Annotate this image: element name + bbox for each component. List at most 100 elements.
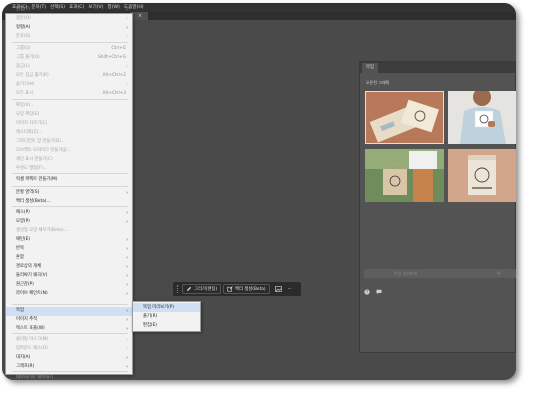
context-menu-item: 확장(X)... [6,102,132,111]
context-menu-shortcut: Alt+Ctrl+3 [102,91,126,96]
context-menu-item-label: 그라디언트 망 만들기(D)... [16,139,66,144]
context-menu-item-label: 텍스트 포플(W) [16,326,45,331]
submenu-arrow-icon: › [126,346,128,352]
context-menu-item-label: 내보내기로 내보내기 [16,375,53,380]
context-menu-item-label: 모양(P) [16,219,30,224]
context-menu-item: 클리핑 마스크(M) › [6,336,132,345]
submenu-item-release[interactable]: 풀기(R) [133,312,200,321]
context-menu-item-label: 클리핑 마스크(M) [16,337,49,342]
submenu-item-mockup-preview[interactable]: 목업 미리보기(P) [133,303,200,312]
context-menu-item[interactable]: 원근감(P) › [6,281,132,290]
context-menu-item-label: 대지(A) [16,355,31,360]
more-options-button[interactable]: ··· [288,287,292,292]
generate-vector-label: 벡터 생성(Beta) [235,287,266,292]
context-menu-item-label: 생성형 모양 채우기(Beta)... [16,228,68,233]
context-menu-item[interactable]: 대지(A) › [6,354,132,363]
context-menu-item[interactable]: 반복 › [6,245,132,254]
context-menu-item-label: 목업 [16,308,24,313]
help-icon[interactable]: ? [364,280,370,299]
context-menu-item-label: 편집(T) [16,7,30,12]
context-menu-item-label: 분할 영역(S) [16,190,40,195]
context-menu-item-label: 정돈(O) [16,16,31,21]
image-options-icon[interactable] [274,286,282,292]
context-menu-item: 잠금(L) › [6,63,132,72]
context-menu-item[interactable]: 혼합 › [6,254,132,263]
context-menu-item: 그룹(G) Ctrl+G [6,45,132,54]
submenu-item-edit[interactable]: 편집(E) [133,321,200,330]
context-menu-item-label: 확장(X)... [16,103,35,108]
context-menu-item[interactable]: 이미지 추적 › [6,316,132,325]
mockup-preview-button[interactable]: 목업 미리보기 [394,269,417,278]
object-context-menu: 편집(T) › 정돈(O) › 정렬(A) › 분포(G) › 그룹(G) Ctrl+G 그룹 풀기… [5,7,133,380]
vector-generate-icon [227,286,233,292]
context-menu-item-label: 벡터 생성(Beta)... [16,199,51,204]
context-menu-item[interactable]: 라이브 페인트(N) › [6,290,132,299]
context-menu-item-label: 재단 표시 만들기(C) [16,157,53,162]
mockup-submenu: 목업 미리보기(P) 풀기(R) 편집(E) [132,301,201,332]
drag-handle[interactable] [177,285,179,293]
panel-tab-mockup[interactable]: 목업 [362,63,378,73]
context-menu-item[interactable]: 둘러싸기 왜곡(V) › [6,272,132,281]
context-menu-item-label: 정렬(A) [16,25,31,30]
mockup-panel: 목업 오픈된 그래픽 목업 미리보기 편 ? [359,61,516,353]
context-menu-item-label: 반복 [16,246,24,251]
submenu-arrow-icon: › [126,308,128,314]
context-menu-item-label: 모든 잠금 풀기(K) [16,73,49,78]
submenu-arrow-icon: › [126,255,128,261]
context-menu-shortcut: Shift+Ctrl+G [98,55,126,60]
context-menu-item-label: 픽셀 퍼펙트 만들기(M) [16,177,58,182]
generate-vector-button[interactable]: 벡터 생성(Beta) [223,284,270,294]
submenu-arrow-icon: › [126,355,128,361]
panel-edit-button[interactable]: 편 [497,269,501,278]
context-menu-item: 이미지 자르기(C) [6,120,132,129]
mockup-thumbnail-tote-bag[interactable] [365,149,444,202]
context-menu-item-label: 모양 확장(E) [16,112,40,117]
menu-separator [12,206,128,207]
submenu-arrow-icon: › [126,7,128,13]
context-menu-item-label: 혼합 [16,255,24,260]
context-menu-item: 모든 잠금 풀기(K) Alt+Ctrl+2 [6,72,132,81]
mockup-thumbnail-person-card[interactable] [448,91,516,144]
submenu-arrow-icon: › [126,190,128,196]
context-menu-item: 숨기기(H) › [6,81,132,90]
mockup-thumbnail-box[interactable] [448,149,516,202]
context-menu-item-label: 그룹 풀기(U) [16,55,40,60]
submenu-arrow-icon: › [126,317,128,323]
menu-separator [12,42,128,43]
context-menu-item[interactable]: 패턴(E) › [6,236,132,245]
context-menu-item[interactable]: 목업 › [6,307,132,316]
generate-button[interactable]: 그리기(텐팅) [182,284,222,294]
mockup-thumbnail-envelopes[interactable] [365,91,444,144]
context-menu-item[interactable]: 모양(P) › [6,218,132,227]
context-menu-item: 모두 표시 Alt+Ctrl+3 [6,90,132,99]
submenu-arrow-icon: › [126,273,128,279]
submenu-arrow-icon: › [126,264,128,270]
context-menu-item[interactable]: 정렬(A) › [6,24,132,33]
context-menu-item[interactable]: 분할 영역(S) › [6,189,132,198]
comment-icon[interactable] [376,280,382,299]
submenu-arrow-icon: › [126,16,128,22]
menu-separator [12,99,128,100]
context-menu-item: 모양 확장(E) [6,111,132,120]
context-menu-item: 래스터화(Z)... [6,129,132,138]
submenu-arrow-icon: › [126,64,128,70]
context-menu-item[interactable]: 픽셀 퍼펙트 만들기(M) [6,176,132,185]
context-menu-item: 그라디언트 망 만들기(D)... [6,138,132,147]
context-menu-item-label: 패턴(E) [16,237,30,242]
panel-header: 목업 [360,62,515,73]
context-menu-item-label: 라이브 페인트(N) [16,291,48,296]
submenu-arrow-icon: › [126,25,128,31]
context-menu-item-label: 그래프(R) [16,364,35,369]
context-menu-item[interactable]: 패스(P) › [6,209,132,218]
context-menu-shortcut: Alt+Ctrl+2 [102,73,126,78]
context-menu-item-label: 원근감(P) [16,282,34,287]
submenu-arrow-icon: › [126,337,128,343]
menu-separator [12,304,128,305]
svg-text:?: ? [366,290,368,295]
panel-subtitle: 오픈된 그래픽 [366,80,390,85]
context-menu-item[interactable]: 경로상의 개체 › [6,263,132,272]
context-menu-item: 정돈(O) › [6,15,132,24]
context-menu-item-label: 컴파운드 패스(O) [16,346,48,351]
context-menu-item: 편집(T) › [6,6,132,15]
context-menu-item-label: 투명도 병합(F)... [16,166,48,171]
